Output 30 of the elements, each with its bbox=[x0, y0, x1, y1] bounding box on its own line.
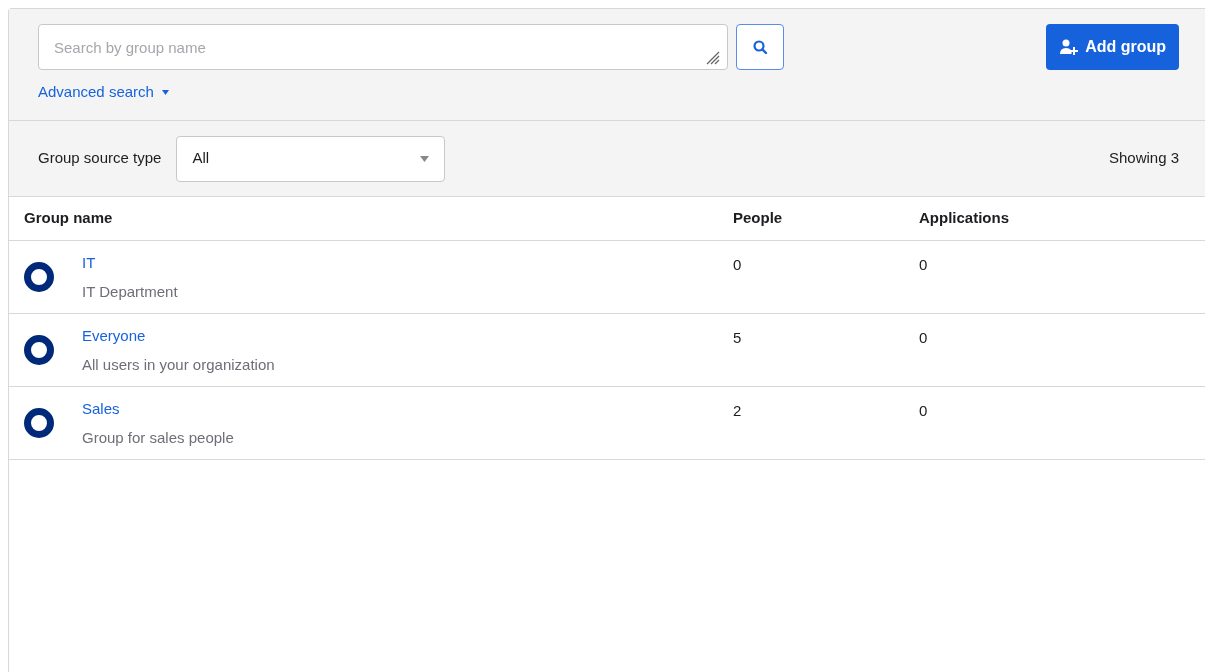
filter-label: Group source type bbox=[38, 148, 162, 169]
add-group-button[interactable]: Add group bbox=[1046, 24, 1179, 70]
people-count: 5 bbox=[733, 329, 742, 346]
search-field[interactable]: Search by group name bbox=[38, 24, 728, 70]
group-icon bbox=[24, 408, 54, 438]
group-description: Group for sales people bbox=[82, 429, 234, 447]
applications-count: 0 bbox=[919, 329, 928, 346]
group-name-link[interactable]: IT bbox=[82, 254, 178, 272]
group-description: IT Department bbox=[82, 283, 178, 301]
group-name-link[interactable]: Sales bbox=[82, 400, 234, 418]
applications-count: 0 bbox=[919, 402, 928, 419]
add-user-icon bbox=[1059, 38, 1080, 56]
applications-count: 0 bbox=[919, 256, 928, 273]
results-count: Showing 3 bbox=[1108, 148, 1179, 169]
source-type-dropdown[interactable]: All bbox=[176, 135, 446, 182]
column-header: People bbox=[733, 209, 783, 227]
group-description: All users in your organization bbox=[82, 356, 275, 374]
people-count: 0 bbox=[733, 256, 742, 273]
group-icon bbox=[24, 262, 54, 292]
column-header: Applications bbox=[919, 209, 1009, 227]
search-button[interactable] bbox=[736, 24, 784, 70]
group-icon bbox=[24, 335, 54, 365]
resize-handle-icon bbox=[704, 49, 720, 65]
search-icon bbox=[752, 39, 768, 55]
caret-icon bbox=[420, 155, 430, 162]
column-header: Group name bbox=[24, 209, 113, 227]
advanced-search-link[interactable]: Advanced search bbox=[38, 81, 169, 104]
caret-icon bbox=[161, 89, 169, 95]
group-name-link[interactable]: Everyone bbox=[82, 327, 275, 345]
people-count: 2 bbox=[733, 402, 742, 419]
